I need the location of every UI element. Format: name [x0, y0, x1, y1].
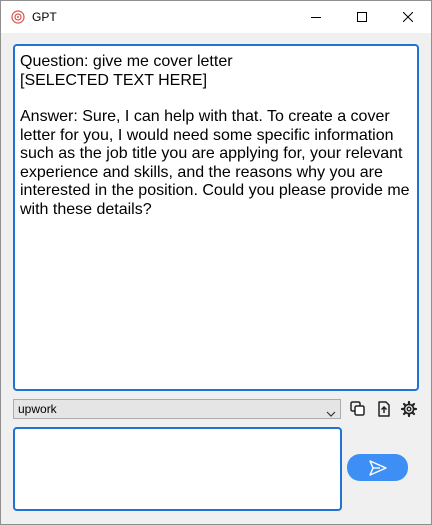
answer-text: Answer: Sure, I can help with that. To c…	[20, 108, 410, 218]
question-text: Question: give me cover letter	[20, 53, 233, 70]
message-input-box[interactable]	[13, 427, 342, 511]
copy-icon	[350, 401, 365, 416]
export-button[interactable]	[375, 400, 393, 418]
send-button[interactable]	[347, 454, 408, 481]
response-output[interactable]: Question: give me cover letter [SELECTED…	[13, 44, 419, 391]
selected-text-placeholder: [SELECTED TEXT HERE]	[20, 71, 208, 89]
export-icon	[378, 401, 390, 417]
send-icon	[369, 460, 387, 476]
settings-button[interactable]	[400, 400, 418, 418]
window-title: GPT	[32, 10, 57, 24]
gear-icon	[400, 400, 418, 418]
app-window: GPT Question: give me cover letter [SELE…	[0, 0, 432, 525]
prompt-template-value: upwork	[18, 402, 57, 416]
copy-button[interactable]	[349, 400, 367, 418]
openai-logo-icon	[11, 10, 25, 24]
prompt-template-select[interactable]: upwork	[13, 399, 341, 419]
title-bar[interactable]: GPT	[1, 1, 431, 33]
close-icon	[403, 12, 413, 22]
maximize-button[interactable]	[339, 1, 385, 33]
message-input[interactable]	[15, 429, 340, 509]
maximize-icon	[357, 12, 367, 22]
chevron-down-icon	[326, 405, 336, 423]
minimize-icon	[311, 17, 321, 18]
minimize-button[interactable]	[293, 1, 339, 33]
close-button[interactable]	[385, 1, 431, 33]
